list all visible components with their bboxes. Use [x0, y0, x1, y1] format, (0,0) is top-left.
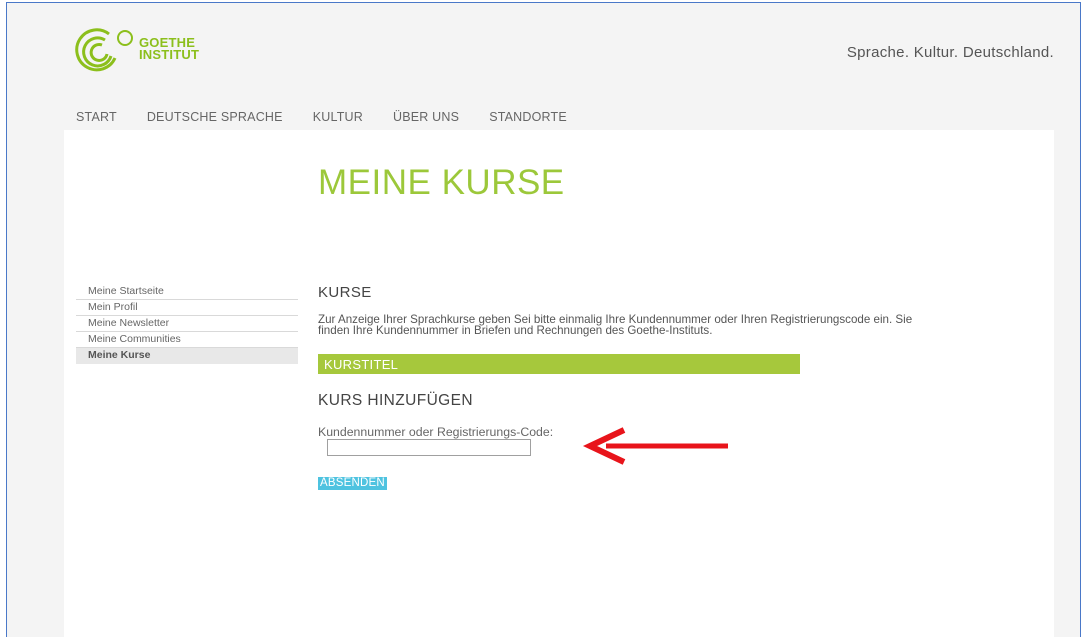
red-arrow-icon	[582, 427, 728, 465]
nav-standorte[interactable]: STANDORTE	[489, 110, 567, 124]
kurstitel-header: KURSTITEL	[318, 354, 800, 374]
submit-button[interactable]: ABSENDEN	[318, 477, 387, 490]
customer-code-input[interactable]	[327, 439, 531, 456]
intro-line-2: finden Ihre Kundennummer in Briefen und …	[318, 324, 713, 337]
tagline: Sprache. Kultur. Deutschland.	[846, 44, 1054, 61]
sidebar-nav: Meine Startseite Mein Profil Meine Newsl…	[76, 284, 298, 364]
sidebar-item-newsletter[interactable]: Meine Newsletter	[76, 316, 298, 332]
nav-deutsche-sprache[interactable]: DEUTSCHE SPRACHE	[147, 110, 283, 124]
nav-kultur[interactable]: KULTUR	[313, 110, 363, 124]
goethe-logo[interactable]: GOETHE INSTITUT	[75, 24, 199, 74]
nav-start[interactable]: START	[76, 110, 117, 124]
page-title: MEINE KURSE	[318, 163, 565, 202]
top-navigation: START DEUTSCHE SPRACHE KULTUR ÜBER UNS S…	[76, 110, 597, 124]
nav-ueber-uns[interactable]: ÜBER UNS	[393, 110, 459, 124]
logo-text: GOETHE INSTITUT	[139, 36, 200, 62]
intro-text: Zur Anzeige Ihrer Sprachkurse geben Sei …	[318, 314, 1058, 337]
goethe-logo-icon	[75, 28, 133, 72]
content-panel	[64, 130, 1054, 637]
sidebar-item-profil[interactable]: Mein Profil	[76, 300, 298, 316]
sidebar-item-communities[interactable]: Meine Communities	[76, 332, 298, 348]
section-title-kurse: KURSE	[318, 284, 372, 301]
section-title-kurs-hinzufuegen: KURS HINZUFÜGEN	[318, 392, 473, 409]
sidebar-item-kurse[interactable]: Meine Kurse	[76, 348, 298, 364]
logo-line-2: INSTITUT	[139, 47, 200, 62]
sidebar-item-startseite[interactable]: Meine Startseite	[76, 284, 298, 300]
customer-code-label: Kundennummer oder Registrierungs-Code:	[318, 425, 554, 439]
